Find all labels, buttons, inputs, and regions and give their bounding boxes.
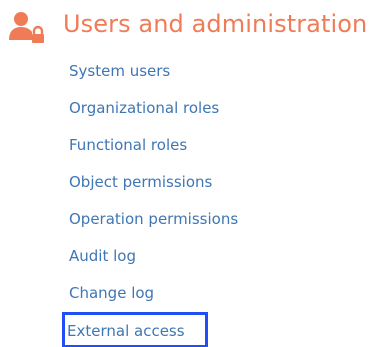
users-administration-panel: Users and administration System users Or… [0, 0, 387, 347]
list-item: Change log [63, 274, 240, 311]
section-title: Users and administration [63, 10, 368, 38]
external-access-link[interactable]: External access [62, 311, 208, 347]
list-item: Organizational roles [63, 89, 240, 126]
user-lock-icon [9, 12, 44, 43]
list-item: Audit log [63, 237, 240, 274]
list-item: Operation permissions [63, 200, 240, 237]
system-users-link[interactable]: System users [67, 61, 172, 81]
audit-log-link[interactable]: Audit log [67, 246, 138, 266]
operation-permissions-link[interactable]: Operation permissions [67, 209, 240, 229]
list-item: External access [62, 311, 240, 347]
list-item: Object permissions [63, 163, 240, 200]
functional-roles-link[interactable]: Functional roles [67, 135, 189, 155]
change-log-link[interactable]: Change log [67, 283, 156, 303]
admin-links-list: System users Organizational roles Functi… [62, 52, 240, 347]
object-permissions-link[interactable]: Object permissions [67, 172, 214, 192]
organizational-roles-link[interactable]: Organizational roles [67, 98, 221, 118]
list-item: Functional roles [63, 126, 240, 163]
list-item: System users [63, 52, 240, 89]
